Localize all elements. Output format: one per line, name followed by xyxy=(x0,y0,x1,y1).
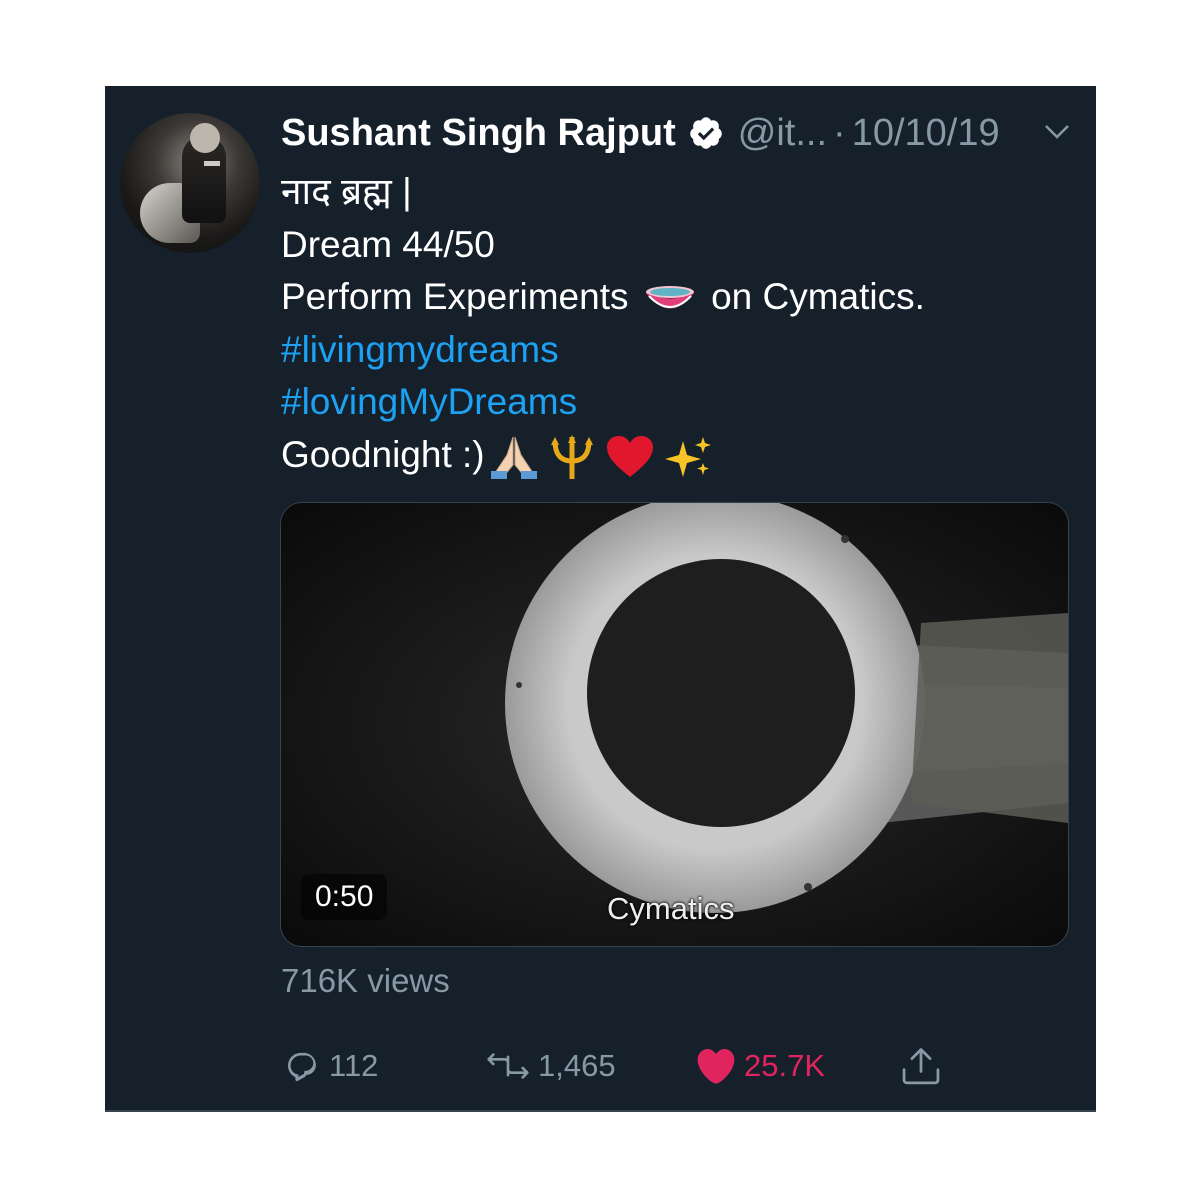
hashtag-living-my-dreams[interactable]: #livingmydreams xyxy=(281,324,1071,377)
heart-icon xyxy=(697,1048,735,1084)
text-line-2: Dream 44/50 xyxy=(281,223,495,265)
share-icon xyxy=(902,1048,940,1085)
retweet-button[interactable]: 1,465 xyxy=(484,1041,616,1091)
retweet-count: 1,465 xyxy=(538,1048,616,1083)
like-count: 25.7K xyxy=(744,1048,826,1083)
tweet-text: नाद ब्रह्म | Dream 44/50 Perform Experim… xyxy=(281,166,1071,481)
goodnight-text: Goodnight :) xyxy=(281,433,485,475)
text-line-1: नाद ब्रह्म | xyxy=(281,171,412,212)
reply-count: 112 xyxy=(329,1048,379,1083)
action-bar: 112 1,465 25.7K xyxy=(281,1041,981,1091)
bowl-icon xyxy=(645,286,694,309)
chevron-down-icon[interactable] xyxy=(1043,122,1071,142)
folded-hands-icon xyxy=(490,436,537,479)
author-name[interactable]: Sushant Singh Rajput xyxy=(281,112,676,155)
hashtag-loving-my-dreams[interactable]: #lovingMyDreams xyxy=(281,376,1071,429)
text-line-3-end: on Cymatics. xyxy=(711,276,925,317)
share-button[interactable] xyxy=(899,1041,949,1091)
video-duration-badge: 0:50 xyxy=(301,874,388,920)
author-handle[interactable]: @it... xyxy=(738,112,827,155)
text-line-3-start: Perform Experiments xyxy=(281,276,629,317)
view-count: 716K views xyxy=(281,962,450,999)
separator-dot: · xyxy=(833,111,846,154)
red-heart-icon xyxy=(606,435,653,477)
retweet-icon xyxy=(487,1053,529,1079)
video-frame xyxy=(281,503,1068,946)
trident-icon xyxy=(550,434,593,479)
reply-button[interactable]: 112 xyxy=(281,1041,378,1091)
text-line-6: Goodnight :) xyxy=(281,429,1071,482)
text-line-3: Perform Experiments on Cymatics. xyxy=(281,271,1071,324)
like-button[interactable]: 25.7K xyxy=(694,1041,825,1091)
tweet-header: Sushant Singh Rajput @it... · 10/10/19 xyxy=(281,108,1000,158)
avatar[interactable] xyxy=(120,113,260,253)
tweet-date[interactable]: 10/10/19 xyxy=(852,112,1000,155)
sparkles-icon xyxy=(664,436,711,477)
tweet-card[interactable]: Sushant Singh Rajput @it... · 10/10/19 न… xyxy=(105,86,1096,1112)
video-caption: Cymatics xyxy=(607,891,735,926)
verified-badge-icon xyxy=(690,117,722,149)
reply-icon xyxy=(288,1052,316,1082)
video-player[interactable]: 0:50 Cymatics xyxy=(280,502,1069,947)
